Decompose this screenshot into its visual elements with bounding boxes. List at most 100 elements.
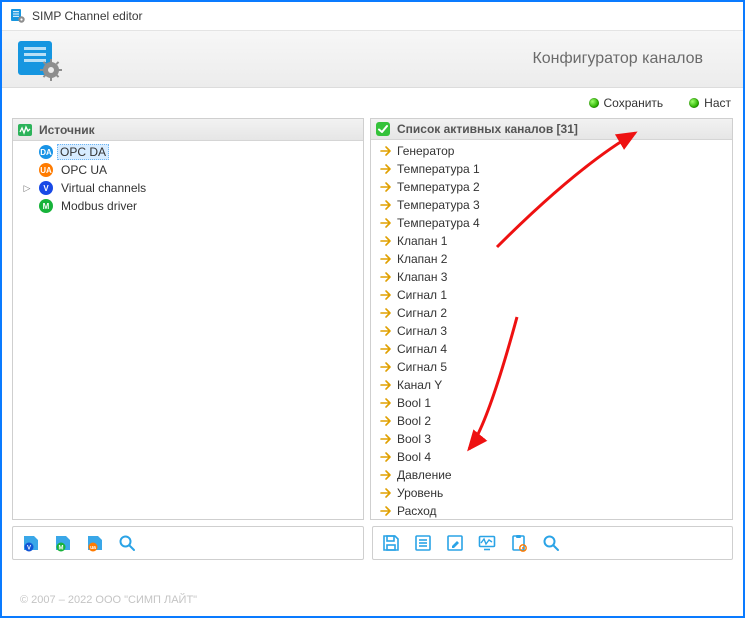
status-led-icon [589, 98, 599, 108]
channel-label: Температура 2 [397, 180, 480, 194]
channel-label: Bool 1 [397, 396, 431, 410]
search-channels-button[interactable] [539, 531, 563, 555]
channel-arrow-icon [379, 270, 393, 284]
channel-item[interactable]: Канал Y [371, 376, 732, 394]
channel-label: Давление [397, 468, 452, 482]
settings-button[interactable]: Наст [685, 94, 735, 112]
source-header-icon [17, 122, 33, 138]
monitor-button[interactable] [475, 531, 499, 555]
channel-item[interactable]: Сигнал 1 [371, 286, 732, 304]
clipboard-settings-button[interactable] [507, 531, 531, 555]
save-label: Сохранить [604, 96, 664, 110]
titlebar: SIMP Channel editor [2, 2, 743, 30]
channel-label: Сигнал 1 [397, 288, 447, 302]
channel-label: Температура 1 [397, 162, 480, 176]
source-item[interactable]: MModbus driver [13, 197, 363, 215]
source-item[interactable]: ▷VVirtual channels [13, 179, 363, 197]
channel-label: Температура 3 [397, 198, 480, 212]
window-title: SIMP Channel editor [32, 9, 143, 23]
svg-text:V: V [27, 545, 31, 551]
channel-label: Bool 4 [397, 450, 431, 464]
channel-arrow-icon [379, 216, 393, 230]
channel-label: Клапан 3 [397, 270, 447, 284]
channel-item[interactable]: Давление [371, 466, 732, 484]
channel-label: Bool 3 [397, 432, 431, 446]
channel-arrow-icon [379, 342, 393, 356]
channel-arrow-icon [379, 162, 393, 176]
channel-arrow-icon [379, 180, 393, 194]
channel-list[interactable]: Генератор Температура 1 Температура 2 Темпе… [371, 140, 732, 519]
channel-arrow-icon [379, 378, 393, 392]
expander-icon[interactable]: ▷ [21, 182, 33, 194]
channel-item[interactable]: Температура 4 [371, 214, 732, 232]
channel-item[interactable]: Температура 3 [371, 196, 732, 214]
list-tool-button[interactable] [411, 531, 435, 555]
channel-label: Клапан 2 [397, 252, 447, 266]
channel-item[interactable]: Клапан 3 [371, 268, 732, 286]
channel-item[interactable]: Bool 2 [371, 412, 732, 430]
channel-item[interactable]: Уровень [371, 484, 732, 502]
channel-arrow-icon [379, 360, 393, 374]
channel-label: Сигнал 4 [397, 342, 447, 356]
channel-label: Канал Y [397, 378, 442, 392]
channel-label: Расход [397, 504, 437, 518]
source-panel: Источник DAOPC DAUAOPC UA▷VVirtual chann… [12, 118, 364, 520]
panels: Источник DAOPC DAUAOPC UA▷VVirtual chann… [2, 118, 743, 520]
channel-arrow-icon [379, 144, 393, 158]
channel-item[interactable]: Расход [371, 502, 732, 519]
channels-panel: Список активных каналов [31] Генератор Те… [370, 118, 733, 520]
save-button[interactable]: Сохранить [585, 94, 668, 112]
search-button[interactable] [115, 531, 139, 555]
footer-copyright: © 2007 – 2022 ООО "СИМП ЛАЙТ" [20, 594, 197, 606]
channel-item[interactable]: Bool 4 [371, 448, 732, 466]
source-item[interactable]: UAOPC UA [13, 161, 363, 179]
bottom-toolbar: V M ua [2, 526, 743, 560]
channel-item[interactable]: Сигнал 3 [371, 322, 732, 340]
channel-item[interactable]: Клапан 2 [371, 250, 732, 268]
channel-item[interactable]: Сигнал 2 [371, 304, 732, 322]
source-item-label: OPC UA [59, 163, 109, 177]
channel-item[interactable]: Температура 1 [371, 160, 732, 178]
source-panel-title: Источник [39, 123, 95, 137]
channel-item[interactable]: Сигнал 5 [371, 358, 732, 376]
source-tree[interactable]: DAOPC DAUAOPC UA▷VVirtual channelsMModbu… [13, 141, 363, 519]
source-type-icon: DA [39, 145, 53, 159]
header-logo-icon [16, 39, 60, 79]
left-tool-group: V M ua [12, 526, 364, 560]
source-item-label: Modbus driver [59, 199, 139, 213]
channel-item[interactable]: Bool 1 [371, 394, 732, 412]
channel-label: Клапан 1 [397, 234, 447, 248]
svg-text:M: M [59, 545, 64, 551]
channel-arrow-icon [379, 252, 393, 266]
channel-label: Температура 4 [397, 216, 480, 230]
edit-button[interactable] [443, 531, 467, 555]
action-row: Сохранить Наст [2, 88, 743, 118]
save-disk-button[interactable] [379, 531, 403, 555]
channel-label: Генератор [397, 144, 454, 158]
channel-item[interactable]: Клапан 1 [371, 232, 732, 250]
channel-arrow-icon [379, 468, 393, 482]
channels-panel-header: Список активных каналов [31] [371, 119, 732, 140]
app-icon [10, 8, 26, 24]
channel-arrow-icon [379, 306, 393, 320]
badge-v-button[interactable]: V [19, 531, 43, 555]
badge-ua-button[interactable]: ua [83, 531, 107, 555]
status-led-icon [689, 98, 699, 108]
source-type-icon: V [39, 181, 53, 195]
channel-arrow-icon [379, 450, 393, 464]
channel-arrow-icon [379, 234, 393, 248]
channel-item[interactable]: Температура 2 [371, 178, 732, 196]
source-item[interactable]: DAOPC DA [13, 143, 363, 161]
channel-label: Сигнал 5 [397, 360, 447, 374]
channel-arrow-icon [379, 396, 393, 410]
channel-item[interactable]: Сигнал 4 [371, 340, 732, 358]
settings-label: Наст [704, 96, 731, 110]
channels-panel-title: Список активных каналов [31] [397, 122, 578, 136]
badge-m-button[interactable]: M [51, 531, 75, 555]
header-band: Конфигуратор каналов [2, 30, 743, 88]
channel-arrow-icon [379, 504, 393, 518]
check-icon [375, 121, 391, 137]
channel-item[interactable]: Генератор [371, 142, 732, 160]
svg-text:ua: ua [90, 545, 96, 551]
channel-item[interactable]: Bool 3 [371, 430, 732, 448]
